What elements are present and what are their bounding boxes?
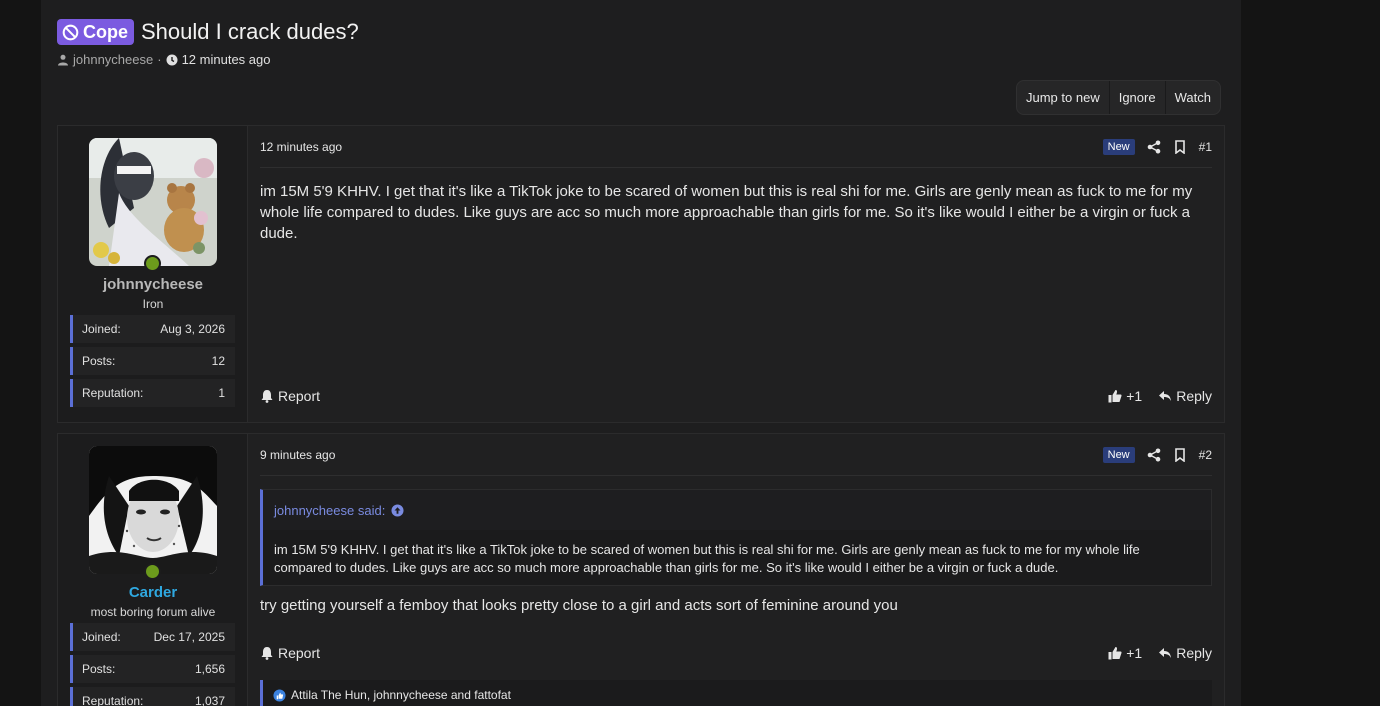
stat-value: 12 [211,354,225,368]
stat-value: Aug 3, 2026 [160,322,225,336]
message-area: 9 minutes ago New #2 johnnycheese said: … [260,434,1212,706]
reactions-list[interactable]: Attila The Hun, johnnycheese and fattofa… [291,688,511,702]
user-stat-reputation: Reputation: 1 [70,379,235,407]
like-button[interactable]: +1 [1108,645,1142,661]
thumbs-up-icon [1108,647,1122,660]
like-count: +1 [1126,645,1143,661]
post-body: im 15M 5'9 KHHV. I get that it's like a … [260,183,1193,242]
ban-icon [62,24,79,40]
user-stat-joined: Joined: Aug 3, 2026 [70,315,235,343]
user-title: most boring forum alive [90,605,216,619]
thread-prefix-label: Cope [83,21,128,42]
quote-body: im 15M 5'9 KHHV. I get that it's like a … [274,542,1140,575]
meta-separator: · [157,52,162,67]
bell-icon [261,647,273,660]
post: Carder most boring forum alive Joined: D… [57,433,1225,706]
watch-button[interactable]: Watch [1164,81,1220,114]
avatar[interactable] [89,138,217,266]
quote-header[interactable]: johnnycheese said: [263,490,1211,530]
jump-to-new-button[interactable]: Jump to new [1017,81,1109,114]
user-icon [58,54,68,65]
message-footer: Report +1 Reply [260,388,1212,404]
reply-icon [1159,648,1172,658]
reply-button[interactable]: Reply [1158,645,1212,661]
thread-page: Cope Should I crack dudes? johnnycheese … [41,0,1241,706]
reply-label: Reply [1176,645,1212,661]
online-status-dot [144,563,161,580]
reactions-bar[interactable]: Attila The Hun, johnnycheese and fattofa… [260,680,1212,706]
reply-label: Reply [1176,388,1212,404]
thread-author-link[interactable]: johnnycheese [73,52,153,67]
stat-value: Dec 17, 2025 [153,630,225,644]
thumbs-up-icon [1108,390,1122,403]
like-reaction-icon [273,688,286,702]
ignore-button[interactable]: Ignore [1108,81,1165,114]
stat-label: Reputation: [82,386,144,400]
arrow-up-circle-icon[interactable] [391,503,404,517]
user-stat-reputation: Reputation: 1,037 [70,687,235,706]
stat-value: 1,037 [194,694,225,706]
like-count: +1 [1126,388,1143,404]
username-link[interactable]: Carder [58,584,248,601]
message-header: 12 minutes ago New #1 [260,126,1212,168]
stat-label: Joined: [82,630,121,644]
stat-label: Posts: [82,662,116,676]
reply-icon [1159,391,1172,401]
user-info-panel: johnnycheese Iron Joined: Aug 3, 2026 Po… [58,126,248,422]
new-badge: New [1102,138,1135,155]
quote-author[interactable]: johnnycheese said: [274,503,385,518]
user-info-panel: Carder most boring forum alive Joined: D… [58,434,248,706]
new-badge: New [1102,446,1135,463]
post: johnnycheese Iron Joined: Aug 3, 2026 Po… [57,125,1225,423]
post-body: try getting yourself a femboy that looks… [260,597,898,614]
report-button[interactable]: Report [260,388,320,404]
username-link[interactable]: johnnycheese [58,276,248,293]
thread-meta: johnnycheese · 12 minutes ago [57,52,270,67]
bookmark-icon[interactable] [1173,139,1187,154]
report-label: Report [278,388,321,404]
quote-block: johnnycheese said: im 15M 5'9 KHHV. I ge… [260,489,1212,586]
stat-value: 1 [218,386,225,400]
report-button[interactable]: Report [260,645,320,661]
thread-time[interactable]: 12 minutes ago [182,52,271,67]
clock-icon [166,54,178,65]
message-area: 12 minutes ago New #1 im 15M 5'9 KHHV. I… [260,126,1212,422]
like-button[interactable]: +1 [1108,388,1142,404]
user-stat-posts: Posts: 1,656 [70,655,235,683]
post-date[interactable]: 12 minutes ago [260,140,342,154]
thread-header: Cope Should I crack dudes? [57,19,359,45]
user-stat-posts: Posts: 12 [70,347,235,375]
post-number[interactable]: #1 [1199,140,1212,154]
thread-prefix-badge[interactable]: Cope [57,19,134,45]
user-title: Iron [142,297,164,311]
post-number[interactable]: #2 [1199,448,1212,462]
avatar[interactable] [89,446,217,574]
reply-button[interactable]: Reply [1158,388,1212,404]
report-label: Report [278,645,321,661]
thread-action-buttons: Jump to new Ignore Watch [1016,80,1221,115]
stat-label: Posts: [82,354,116,368]
message-footer: Report +1 Reply [260,645,1212,661]
post-date[interactable]: 9 minutes ago [260,448,335,462]
stat-value: 1,656 [194,662,225,676]
share-icon[interactable] [1147,448,1161,462]
message-header: 9 minutes ago New #2 [260,434,1212,476]
stat-label: Joined: [82,322,121,336]
share-icon[interactable] [1147,140,1161,154]
user-stat-joined: Joined: Dec 17, 2025 [70,623,235,651]
bookmark-icon[interactable] [1173,447,1187,462]
bell-icon [261,390,273,403]
stat-label: Reputation: [82,694,144,706]
thread-title: Should I crack dudes? [141,19,359,44]
online-status-dot [144,255,161,272]
